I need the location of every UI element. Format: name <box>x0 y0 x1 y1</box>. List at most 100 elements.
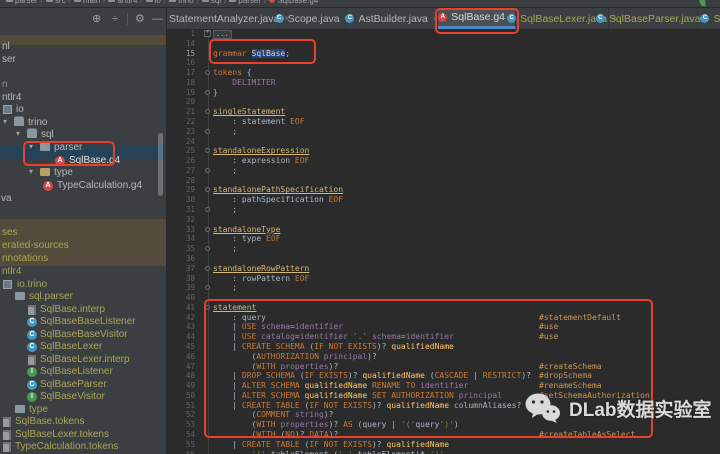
expand-arrow-icon[interactable]: ▾ <box>16 128 20 140</box>
locate-icon[interactable]: ⊕ <box>92 11 101 27</box>
hide-panel-icon[interactable]: — <box>152 11 163 27</box>
expand-arrow-icon[interactable]: ▾ <box>29 166 33 178</box>
breadcrumb-item[interactable]: parser <box>238 0 261 5</box>
tree-item-sqlbasevisitor[interactable]: I SqlBaseVisitor <box>0 391 166 403</box>
sidebar-scrollbar[interactable] <box>158 133 163 196</box>
breadcrumb-item[interactable]: src <box>55 0 66 5</box>
code-line[interactable]: 39 ; <box>167 283 720 293</box>
breadcrumb-item[interactable]: io <box>155 0 161 5</box>
fold-collapse-icon[interactable] <box>205 70 210 76</box>
tree-item-n[interactable]: n <box>0 79 166 91</box>
code-line[interactable]: 29 standalonePathSpecification <box>167 185 720 195</box>
tree-item-sqlbasebasevisitor[interactable]: C SqlBaseBaseVisitor <box>0 329 166 341</box>
code-line[interactable]: 54 (WITH (NO)? DATA)? #createTableAsSelec… <box>167 430 720 440</box>
tree-item-type[interactable]: ▾ type <box>0 167 166 179</box>
tab-statementanalyzer-java[interactable]: CStatementAnalyzer.java× <box>167 8 289 29</box>
tree-item-sqlbaselexer[interactable]: C SqlBaseLexer <box>0 341 166 353</box>
code-line[interactable]: 41 statement <box>167 303 720 313</box>
fold-collapse-icon[interactable] <box>205 246 210 252</box>
breadcrumb-item[interactable]: sql <box>211 0 221 5</box>
code-line[interactable]: 26 : expression EOF <box>167 156 720 166</box>
code-line[interactable]: 23 ; <box>167 127 720 137</box>
code-line[interactable]: 55 | CREATE TABLE (IF NOT EXISTS)? quali… <box>167 440 720 450</box>
tree-item-ses[interactable]: ses <box>0 227 166 239</box>
tree-item-trino[interactable]: ▾ trino <box>0 117 166 129</box>
code-editor[interactable]: 1 +... 14 15 grammar SqlBase; 16 17 tokens {18 … <box>167 29 720 454</box>
fold-collapse-icon[interactable] <box>205 265 210 271</box>
code-line[interactable]: 36 <box>167 254 720 264</box>
code-line[interactable]: 44 | USE catalog=identifier '.' schema=i… <box>167 332 720 342</box>
tree-item-typecalculation-g4[interactable]: A TypeCalculation.g4 <box>0 180 166 192</box>
folded-region-placeholder[interactable]: ... <box>213 30 232 39</box>
fold-collapse-icon[interactable] <box>205 128 210 134</box>
expand-arrow-icon[interactable]: ▾ <box>3 116 7 128</box>
code-line[interactable]: 45 | CREATE SCHEMA (IF NOT EXISTS)? qual… <box>167 342 720 352</box>
fold-collapse-icon[interactable] <box>205 167 210 173</box>
code-line[interactable]: 27 ; <box>167 166 720 176</box>
tree-item-sqlbaselexer-interp[interactable]: SqlBaseLexer.interp <box>0 354 166 366</box>
collapse-all-icon[interactable]: ÷ <box>112 11 118 27</box>
fold-expand-icon[interactable]: + <box>204 30 211 37</box>
tree-item-sqlbase-tokens[interactable]: SqlBase.tokens <box>0 416 166 428</box>
tree-item-ser[interactable]: ser <box>0 54 166 66</box>
tree-item-io[interactable]: io <box>0 104 166 116</box>
tab-astbuilder-java[interactable]: C AstBuilder.java × <box>345 8 438 29</box>
fold-collapse-icon[interactable] <box>205 207 210 213</box>
breadcrumb-item[interactable]: antlr4 <box>117 0 137 5</box>
tree-item-nnotations[interactable]: nnotations <box>0 253 166 265</box>
tree-item-sqlbasebaselistener[interactable]: C SqlBaseBaseListener <box>0 316 166 328</box>
fold-collapse-icon[interactable] <box>205 226 210 232</box>
tree-item-sql[interactable]: ▾ sql <box>0 129 166 141</box>
breadcrumb-item[interactable]: main <box>83 0 100 5</box>
tree-item-sqlbaselexer-tokens[interactable]: SqlBaseLexer.tokens <box>0 429 166 441</box>
code-line[interactable]: 34 : type EOF <box>167 234 720 244</box>
code-line[interactable]: 30 : pathSpecification EOF <box>167 195 720 205</box>
code-line[interactable]: 22 : statement EOF <box>167 117 720 127</box>
tab-s[interactable]: CS <box>698 8 720 29</box>
code-line[interactable]: 19} <box>167 88 720 98</box>
code-line[interactable]: 20 <box>167 97 720 107</box>
tab-sqlbase-g4[interactable]: ASqlBase.g4× <box>438 8 516 29</box>
code-line[interactable]: 43 | USE schema=identifier #use <box>167 322 720 332</box>
fold-collapse-icon[interactable] <box>205 89 210 95</box>
tree-item-ntlr4[interactable]: ntlr4 <box>0 92 166 104</box>
gear-icon[interactable]: ⚙ <box>135 11 145 27</box>
tree-item-erated-sources[interactable]: erated-sources <box>0 240 166 252</box>
fold-collapse-icon[interactable] <box>205 109 210 115</box>
tree-item-sqlbase-g4[interactable]: A SqlBase.g4 <box>0 155 166 167</box>
code-line[interactable]: 33 standaloneType <box>167 225 720 235</box>
code-line[interactable]: 37 standaloneRowPattern <box>167 264 720 274</box>
code-line[interactable]: 25 standaloneExpression <box>167 146 720 156</box>
code-line[interactable]: 28 <box>167 176 720 186</box>
tab-scope-java[interactable]: CScope.java× <box>274 8 349 29</box>
code-line[interactable]: 18 DELIMITER <box>167 78 720 88</box>
tree-item-nl[interactable]: nl <box>0 41 166 53</box>
fold-collapse-icon[interactable] <box>205 304 210 310</box>
breadcrumb-item[interactable]: SqlBase.g4 <box>277 0 318 5</box>
tree-item-typecalculation-tokens[interactable]: TypeCalculation.tokens <box>0 441 166 453</box>
code-line[interactable]: 56 '(' tableElement (',' tableElement)* … <box>167 450 720 454</box>
code-line[interactable]: 24 <box>167 137 720 147</box>
code-line[interactable]: 47 (WITH properties)? #createSchema <box>167 362 720 372</box>
code-line[interactable]: 49 | ALTER SCHEMA qualifiedName RENAME T… <box>167 381 720 391</box>
tree-item-parser[interactable]: ▾ parser <box>0 142 166 154</box>
code-line[interactable]: 17 tokens { <box>167 68 720 78</box>
code-line[interactable]: 14 <box>167 39 720 49</box>
code-line[interactable]: 48 | DROP SCHEMA (IF EXISTS)? qualifiedN… <box>167 371 720 381</box>
fold-collapse-icon[interactable] <box>205 148 210 154</box>
code-line[interactable]: 42 : query #statementDefault <box>167 313 720 323</box>
tree-item-va[interactable]: va <box>0 193 166 205</box>
code-line[interactable]: 46 (AUTHORIZATION principal)? <box>167 352 720 362</box>
tree-item-sqlbaseparser[interactable]: C SqlBaseParser <box>0 379 166 391</box>
breadcrumb-item[interactable]: trino <box>178 0 194 5</box>
fold-collapse-icon[interactable] <box>205 187 210 193</box>
tree-item-io-trino[interactable]: io.trino <box>0 279 166 291</box>
breadcrumb-item[interactable]: parser <box>15 0 38 5</box>
tree-item-sqlbaselistener[interactable]: I SqlBaseListener <box>0 366 166 378</box>
tab-sqlbaseparser-java[interactable]: CSqlBaseParser.java× <box>595 8 710 29</box>
code-line[interactable]: 21 singleStatement <box>167 107 720 117</box>
tree-item-sqlbase-interp[interactable]: SqlBase.interp <box>0 304 166 316</box>
code-line[interactable]: 16 <box>167 58 720 68</box>
close-tab-icon[interactable]: × <box>433 14 438 23</box>
code-line[interactable]: 40 <box>167 293 720 303</box>
